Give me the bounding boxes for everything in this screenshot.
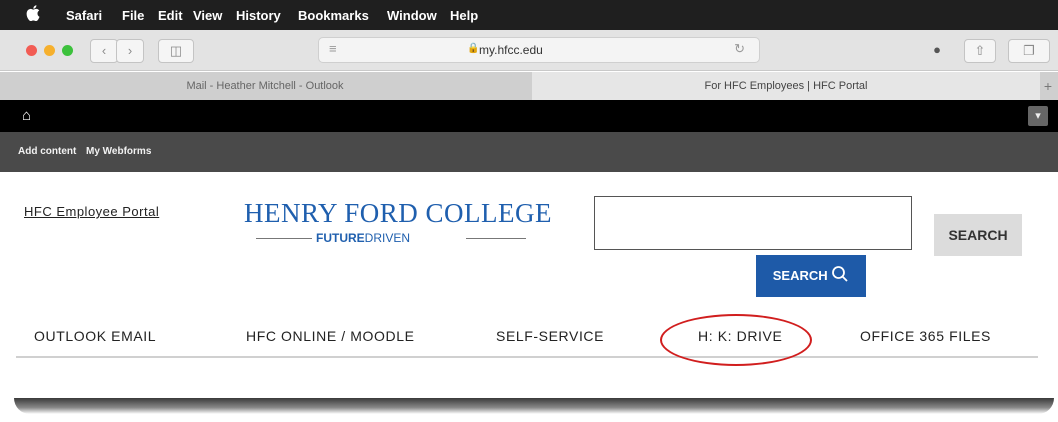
tab-bar: Mail - Heather Mitchell - Outlook For HF… — [0, 72, 1058, 101]
info-icon[interactable]: ● — [924, 39, 950, 61]
employee-portal-link[interactable]: HFC Employee Portal — [24, 204, 159, 219]
close-window-button[interactable] — [26, 45, 37, 56]
nav-office-365-files[interactable]: OFFICE 365 FILES — [860, 328, 991, 344]
minimize-window-button[interactable] — [44, 45, 55, 56]
mac-menubar: Safari File Edit View History Bookmarks … — [0, 0, 1058, 30]
menu-window[interactable]: Window — [387, 8, 437, 23]
browser-toolbar: ‹ › ◫ ≡ 🔒 my.hfcc.edu ↻ ● ⇧ ❐ — [0, 30, 1058, 71]
search-icon — [832, 266, 848, 282]
college-logo-tagline: FUTUREDRIVEN — [256, 230, 526, 246]
search-button[interactable]: SEARCH — [934, 214, 1022, 256]
reload-icon[interactable]: ↻ — [734, 41, 745, 57]
menu-safari[interactable]: Safari — [66, 8, 102, 23]
menu-history[interactable]: History — [236, 8, 281, 23]
reader-icon[interactable]: ≡ — [329, 41, 337, 56]
sidebar-toggle-icon[interactable]: ◫ — [158, 39, 194, 63]
toolbar-toggle-button[interactable]: ▾ — [1028, 106, 1048, 126]
menu-edit[interactable]: Edit — [158, 8, 183, 23]
tagline-text: FUTUREDRIVEN — [316, 231, 410, 245]
new-tab-icon[interactable]: + — [1038, 72, 1058, 100]
apple-menu-icon[interactable] — [26, 5, 40, 25]
forward-button[interactable]: › — [116, 39, 144, 63]
tagline-rule-right — [466, 238, 526, 239]
add-content-link[interactable]: Add content — [18, 146, 76, 157]
menu-view[interactable]: View — [193, 8, 222, 23]
annotation-circle — [660, 314, 812, 366]
tagline-rule-left — [256, 238, 312, 239]
home-icon[interactable]: ⌂ — [22, 107, 31, 124]
tab-hfc-portal[interactable]: For HFC Employees | HFC Portal — [532, 72, 1040, 100]
zoom-window-button[interactable] — [62, 45, 73, 56]
search-button-blue[interactable]: SEARCH — [756, 255, 866, 297]
address-bar[interactable]: ≡ 🔒 my.hfcc.edu ↻ — [318, 37, 760, 63]
address-url: my.hfcc.edu — [479, 43, 543, 57]
share-icon[interactable]: ⇧ — [964, 39, 996, 63]
tagline-bold: FUTURE — [316, 231, 365, 245]
tabs-icon[interactable]: ❐ — [1008, 39, 1050, 63]
search-input[interactable] — [594, 196, 912, 250]
nav-hfc-online-moodle[interactable]: HFC ONLINE / MOODLE — [246, 328, 415, 344]
admin-toolbar: ⌂ ▾ — [0, 100, 1058, 132]
drop-shadow — [14, 398, 1054, 414]
my-webforms-link[interactable]: My Webforms — [86, 146, 151, 157]
search-button-blue-label: SEARCH — [772, 268, 828, 283]
menu-file[interactable]: File — [122, 8, 144, 23]
nav-outlook-email[interactable]: OUTLOOK EMAIL — [34, 328, 156, 344]
lock-icon: 🔒 — [467, 43, 480, 54]
tab-outlook[interactable]: Mail - Heather Mitchell - Outlook — [0, 72, 530, 100]
admin-subbar: Add content My Webforms — [0, 132, 1058, 172]
college-logo-title[interactable]: HENRY FORD COLLEGE — [244, 198, 552, 229]
screenshot: Safari File Edit View History Bookmarks … — [0, 0, 1058, 400]
menu-bookmarks[interactable]: Bookmarks — [298, 8, 369, 23]
tagline-rest: DRIVEN — [364, 231, 411, 245]
portal-navigation: OUTLOOK EMAIL HFC ONLINE / MOODLE SELF-S… — [16, 318, 1038, 358]
nav-self-service[interactable]: SELF-SERVICE — [496, 328, 604, 344]
menu-help[interactable]: Help — [450, 8, 478, 23]
back-button[interactable]: ‹ — [90, 39, 118, 63]
